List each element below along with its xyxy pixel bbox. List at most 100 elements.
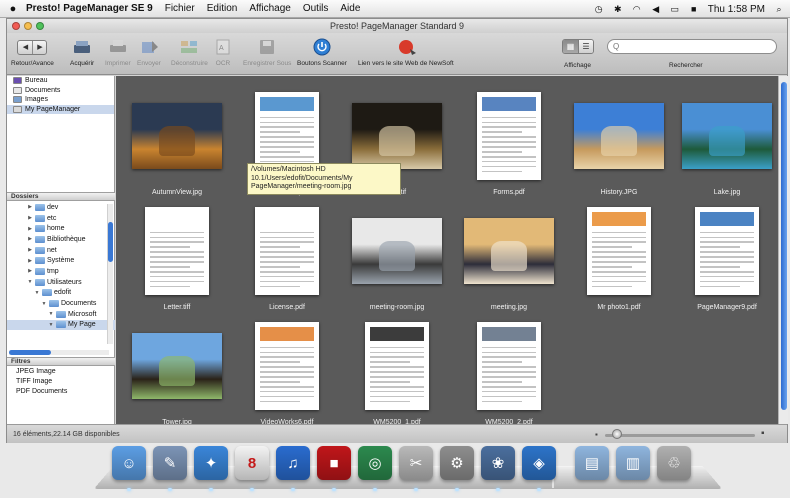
zoom-out-icon[interactable]: ▪ — [595, 430, 598, 439]
disclosure-triangle-icon[interactable]: ▶ — [27, 226, 33, 232]
back-arrow-icon[interactable]: ◀ — [18, 41, 32, 54]
folder-tree-item[interactable]: ▼ Documents — [7, 298, 115, 309]
grid-view-icon[interactable]: ▦ — [563, 40, 578, 53]
dock-running-indicator — [373, 488, 377, 491]
filter-item[interactable]: PDF Documents — [7, 387, 115, 397]
dock-timemachine-icon[interactable]: ◎ — [358, 446, 392, 480]
place-label: Documents — [25, 86, 61, 94]
disclosure-triangle-icon[interactable]: ▶ — [27, 258, 33, 264]
menu-aide[interactable]: Aide — [340, 3, 360, 14]
folder-tree-item[interactable]: ▶ home — [7, 223, 115, 234]
folder-label: etc — [47, 214, 57, 222]
folder-tree-item[interactable]: ▶ tmp — [7, 266, 115, 277]
folder-tree-scrollbar[interactable] — [107, 204, 113, 344]
newsoft-link-button[interactable]: Lien vers le site Web de NewSoft — [358, 37, 454, 67]
back-forward-control[interactable]: ◀ ▶ Retour/Avance — [11, 37, 54, 67]
disclosure-triangle-icon[interactable]: ▼ — [34, 290, 40, 296]
place-icon — [13, 96, 22, 104]
disclosure-triangle-icon[interactable]: ▼ — [48, 311, 54, 317]
list-view-icon[interactable]: ☰ — [578, 40, 593, 53]
thumbnail-frame — [342, 201, 452, 301]
disclosure-triangle-icon[interactable]: ▶ — [27, 268, 33, 274]
filter-item[interactable]: JPEG Image — [7, 367, 115, 377]
folder-tree-item[interactable]: ▼ Microsoft — [7, 309, 115, 320]
input-source-icon[interactable]: ■ — [689, 4, 699, 14]
filter-item[interactable]: TIFF Image — [7, 377, 115, 387]
dock-system-preferences-icon[interactable]: ⚙ — [440, 446, 474, 480]
sidebar-place-item[interactable]: Bureau — [7, 76, 114, 86]
folder-tree-item[interactable]: ▼ My Page — [7, 319, 115, 331]
dock-itunes-icon[interactable]: ♫ — [276, 446, 310, 480]
folder-label: net — [47, 246, 57, 254]
wifi-icon[interactable]: ◠ — [632, 4, 642, 14]
dock-trash-icon[interactable]: ♲ — [657, 446, 691, 480]
window-titlebar[interactable]: Presto! PageManager Standard 9 — [7, 19, 787, 33]
dock-pagemanager-icon[interactable]: ✂ — [399, 446, 433, 480]
dock-photobooth-icon[interactable]: ■ — [317, 446, 351, 480]
dock-app-store-icon[interactable]: ◈ — [522, 446, 556, 480]
grid-scroll-thumb[interactable] — [781, 82, 787, 410]
folder-tree-item[interactable]: ▶ Bibliothèque — [7, 234, 115, 245]
disclosure-triangle-icon[interactable]: ▶ — [27, 247, 33, 253]
ocr-button[interactable]: A OCR — [213, 37, 233, 67]
menu-app-name[interactable]: Presto! PageManager SE 9 — [26, 3, 153, 14]
folder-tree-hscroll-thumb[interactable] — [9, 350, 51, 355]
folder-tree-item[interactable]: ▶ Système — [7, 255, 115, 266]
bluetooth-icon[interactable]: ✱ — [613, 4, 623, 14]
deconstruct-button[interactable]: Déconstruire — [171, 37, 208, 67]
menu-edition[interactable]: Edition — [207, 3, 238, 14]
disclosure-triangle-icon[interactable]: ▶ — [27, 236, 33, 242]
disclosure-triangle-icon[interactable]: ▼ — [48, 322, 54, 328]
save-as-button[interactable]: Enregistrer Sous — [243, 37, 291, 67]
thumbnail-frame — [672, 201, 782, 301]
volume-icon[interactable]: ◀ — [651, 4, 661, 14]
grid-scrollbar[interactable] — [778, 76, 788, 424]
folder-tree-hscrollbar[interactable] — [9, 350, 109, 355]
dock-downloads-stack-icon[interactable]: ▥ — [616, 446, 650, 480]
dock-preview-icon[interactable]: ✎ — [153, 446, 187, 480]
filters-list: JPEG Image TIFF Image PDF Documents — [7, 367, 115, 397]
menubar-clock[interactable]: Thu 1:58 PM — [708, 4, 765, 15]
battery-icon[interactable]: ▭ — [670, 4, 680, 14]
folder-tree-scroll-thumb[interactable] — [108, 222, 113, 262]
send-button[interactable]: Envoyer — [137, 37, 161, 67]
sidebar-place-item[interactable]: My PageManager — [7, 104, 114, 114]
menu-outils[interactable]: Outils — [303, 3, 329, 14]
sync-status-icon[interactable]: ◷ — [594, 4, 604, 14]
close-window-button[interactable] — [12, 22, 20, 30]
disclosure-triangle-icon[interactable]: ▶ — [27, 215, 33, 221]
apple-menu-icon[interactable]: ● — [0, 3, 26, 15]
zoom-in-icon[interactable]: ▪ — [761, 428, 765, 439]
zoom-window-button[interactable] — [36, 22, 44, 30]
spotlight-icon[interactable]: ⌕ — [774, 4, 784, 14]
folder-tree-item[interactable]: ▶ etc — [7, 213, 115, 224]
thumbnail-grid[interactable]: AutumnView.jpgBizCard 5.pdfCat.tifForms.… — [116, 76, 778, 426]
zoom-slider[interactable] — [605, 434, 755, 437]
folder-tree-item[interactable]: ▼ edofit — [7, 288, 115, 299]
folder-tree-item[interactable]: ▶ dev — [7, 202, 115, 213]
disclosure-triangle-icon[interactable]: ▶ — [27, 204, 33, 210]
sidebar-place-item[interactable]: Images — [7, 95, 114, 105]
scanner-icon — [72, 37, 92, 57]
dock-ical-icon[interactable]: 8 — [235, 446, 269, 480]
folder-tree-item[interactable]: ▶ net — [7, 245, 115, 256]
forward-arrow-icon[interactable]: ▶ — [32, 40, 46, 54]
menu-fichier[interactable]: Fichier — [165, 3, 195, 14]
dock-documents-stack-icon[interactable]: ▤ — [575, 446, 609, 480]
scan-buttons-button[interactable]: Boutons Scanner — [297, 37, 347, 67]
zoom-slider-knob[interactable] — [612, 429, 622, 439]
minimize-window-button[interactable] — [24, 22, 32, 30]
dock-safari-icon[interactable]: ✦ — [194, 446, 228, 480]
print-button[interactable]: Imprimer — [105, 37, 131, 67]
dock-finder-icon[interactable]: ☺ — [112, 446, 146, 480]
acquire-button[interactable]: Acquérir — [70, 37, 94, 67]
search-label: Rechercher — [669, 62, 703, 69]
menu-affichage[interactable]: Affichage — [249, 3, 291, 14]
folder-icon — [35, 267, 45, 275]
disclosure-triangle-icon[interactable]: ▼ — [41, 301, 47, 307]
folder-tree-item[interactable]: ▼ Utilisateurs — [7, 277, 115, 288]
dock-iphoto-icon[interactable]: ❀ — [481, 446, 515, 480]
disclosure-triangle-icon[interactable]: ▼ — [27, 279, 33, 285]
search-field[interactable]: Q — [607, 39, 777, 54]
sidebar-place-item[interactable]: Documents — [7, 86, 114, 96]
